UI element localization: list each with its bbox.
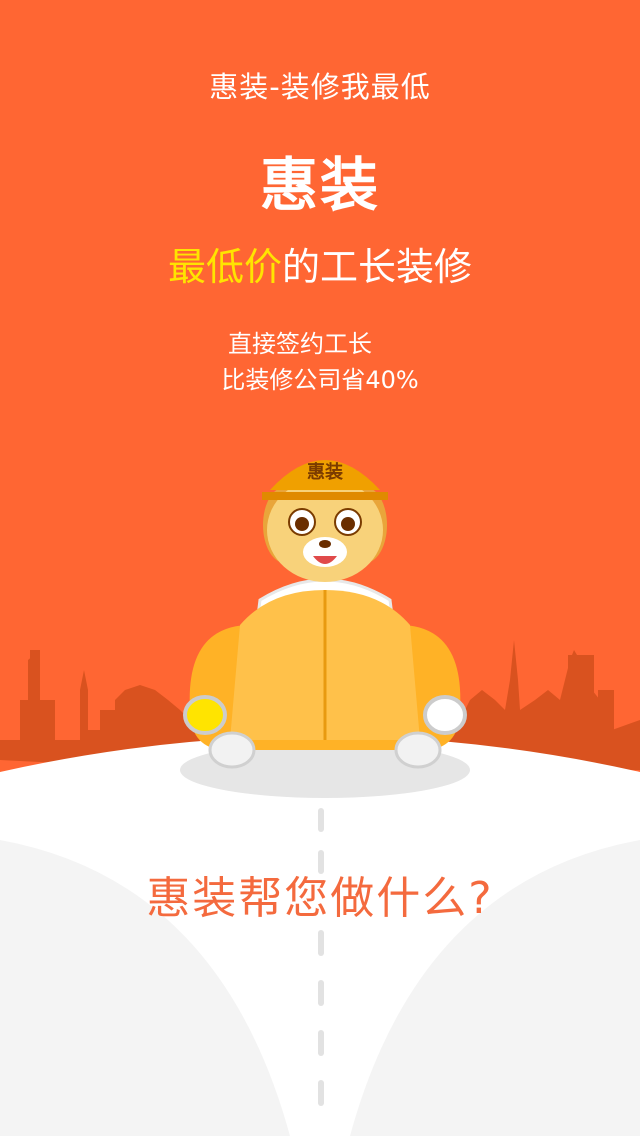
dog-driving-car-icon: 惠装 <box>180 460 470 798</box>
hat-label: 惠装 <box>307 461 343 483</box>
brand-logo-text: 惠装 <box>259 151 380 219</box>
headline-highlight: 最低价 <box>167 245 282 289</box>
subline-sign-directly: 直接签约工长 <box>228 330 372 358</box>
headline: 最低价的工长装修 <box>0 236 640 291</box>
splash-screen: 惠装-装修我最低 惠装 最低价的工长装修 直接签约工长 比装修公司省40% 惠装 <box>0 0 640 1136</box>
tagline: 惠装-装修我最低 <box>209 70 431 104</box>
subline-savings: 比装修公司省40% <box>221 366 419 394</box>
headline-rest: 的工长装修 <box>282 245 473 289</box>
dog-mascot: 惠装 <box>262 460 388 582</box>
what-can-we-do-question: 惠装帮您做什么? <box>146 873 494 924</box>
